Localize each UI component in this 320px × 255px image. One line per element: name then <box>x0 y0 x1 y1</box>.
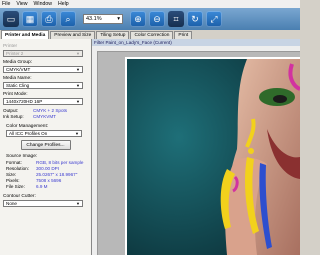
source-size-row: Size: 25.0267" x 18.9967" <box>6 172 88 177</box>
chevron-down-icon: ▼ <box>76 51 80 56</box>
source-format-row: Format: RGB, 8 bits per sample <box>6 160 88 165</box>
media-group-select[interactable]: CMYK/VMT ▼ <box>3 66 83 73</box>
contour-cutter-value: None <box>6 201 17 206</box>
toolbar: ▭ ▦ ⎙ ⌕ 43.1% ▾ ⊕ ⊖ ⌗ ↻ ⤢ <box>0 8 300 30</box>
preview-canvas[interactable]: Filter Paint_on_Lady's_Face (Current) <box>92 39 300 255</box>
chevron-down-icon: ▼ <box>76 99 80 104</box>
tab-print[interactable]: Print <box>174 31 193 39</box>
tab-tiling-setup[interactable]: Tiling Setup <box>96 31 130 39</box>
print-mode-select[interactable]: 1440x720HD 16P ▼ <box>3 98 83 105</box>
rotate-icon[interactable]: ↻ <box>187 11 203 27</box>
output-row: Output: CMYK + 2 Spots <box>3 108 88 113</box>
menu-view[interactable]: View <box>16 1 27 7</box>
chevron-down-icon: ▼ <box>75 131 79 136</box>
top-ruler <box>92 46 300 52</box>
preview-image <box>127 59 300 255</box>
zoom-select[interactable]: 43.1% ▾ <box>83 14 123 24</box>
menu-file[interactable]: File <box>2 1 10 7</box>
magnify-icon[interactable]: ⌕ <box>60 11 76 27</box>
media-name-label: Media Name: <box>3 76 32 81</box>
resolution-value: 300.00 DPI <box>36 166 59 171</box>
menu-window[interactable]: Window <box>34 1 52 7</box>
contour-cutter-label: Contour Cutter: <box>3 194 36 199</box>
print-mode-value: 1440x720HD 16P <box>6 99 43 104</box>
printer-label: Printer <box>3 44 18 49</box>
page-preview <box>125 57 300 255</box>
ink-setup-row: Ink Setup: CMYKVMT <box>3 114 88 119</box>
folder-icon[interactable]: ▭ <box>3 11 19 27</box>
file-size-value: 6.9 M <box>36 184 48 189</box>
tab-printer-and-media[interactable]: Printer and Media <box>1 30 50 39</box>
zoom-out-icon[interactable]: ⊖ <box>149 11 165 27</box>
color-management-value: All ICC Profiles On <box>9 131 48 136</box>
media-group-label: Media Group: <box>3 60 33 65</box>
contour-cutter-select[interactable]: None ▼ <box>3 200 83 207</box>
crop-icon[interactable]: ⌗ <box>168 11 184 27</box>
pixels-value: 7508 x 5696 <box>36 178 62 183</box>
file-size-label: File Size: <box>6 184 25 189</box>
tab-color-correction[interactable]: Color Correction <box>130 31 174 39</box>
source-resolution-row: Resolution: 300.00 DPI <box>6 166 88 171</box>
canvas-title: Filter Paint_on_Lady's_Face (Current) <box>92 39 300 46</box>
zoom-in-icon[interactable]: ⊕ <box>130 11 146 27</box>
color-management-select[interactable]: All ICC Profiles On ▼ <box>6 130 82 137</box>
ink-setup-label: Ink Setup: <box>3 114 24 119</box>
media-name-value: Static Cling <box>6 83 30 88</box>
size-value: 25.0267" x 18.9967" <box>36 172 78 177</box>
source-pixels-row: Pixels: 7508 x 5696 <box>6 178 88 183</box>
printer-value: Printer 2 <box>6 51 24 56</box>
ink-setup-value: CMYKVMT <box>33 114 56 119</box>
chevron-down-icon: ▾ <box>117 16 120 22</box>
color-management-label: Color Management: <box>6 124 49 129</box>
output-label: Output: <box>3 108 19 113</box>
resolution-label: Resolution: <box>6 166 29 171</box>
format-value: RGB, 8 bits per sample <box>36 160 84 165</box>
menu-help[interactable]: Help <box>58 1 69 7</box>
tab-preview-and-size[interactable]: Preview and Size <box>50 31 96 39</box>
source-file-size-row: File Size: 6.9 M <box>6 184 88 189</box>
size-label: Size: <box>6 172 17 177</box>
print-icon[interactable]: ⎙ <box>41 11 57 27</box>
printer-select[interactable]: Printer 2 ▼ <box>3 50 83 57</box>
left-ruler <box>92 51 98 255</box>
chevron-down-icon: ▼ <box>76 83 80 88</box>
media-group-value: CMYK/VMT <box>6 67 31 72</box>
zoom-value: 43.1% <box>86 16 102 22</box>
output-value: CMYK + 2 Spots <box>33 108 68 113</box>
fit-icon[interactable]: ⤢ <box>206 11 222 27</box>
pixels-label: Pixels: <box>6 178 20 183</box>
save-icon[interactable]: ▦ <box>22 11 38 27</box>
settings-panel: Printer Printer 2 ▼ Media Group: CMYK/VMT… <box>0 39 92 255</box>
source-image-info: Format: RGB, 8 bits per sample Resolution… <box>3 160 88 189</box>
source-image-label: Source Image: <box>6 154 38 159</box>
chevron-down-icon: ▼ <box>76 67 80 72</box>
change-profiles-button[interactable]: Change Profiles... <box>20 140 71 150</box>
tab-bar: Printer and Media Preview and Size Tilin… <box>0 30 300 39</box>
media-name-select[interactable]: Static Cling ▼ <box>3 82 83 89</box>
menu-bar: File View Window Help <box>0 0 300 8</box>
print-mode-label: Print Mode: <box>3 92 28 97</box>
chevron-down-icon: ▼ <box>76 201 80 206</box>
format-label: Format: <box>6 160 22 165</box>
